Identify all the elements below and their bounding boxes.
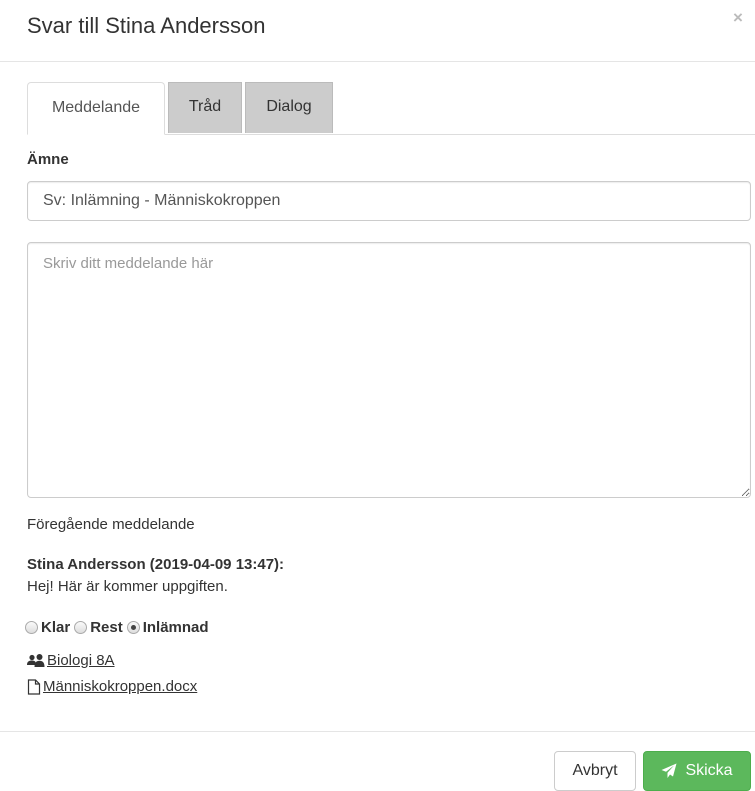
- cancel-button[interactable]: Avbryt: [554, 751, 636, 791]
- radio-inlamnad[interactable]: [126, 621, 140, 634]
- users-icon: [27, 653, 45, 668]
- previous-message-label: Föregående meddelande: [27, 516, 195, 533]
- status-label-inlamnad: Inlämnad: [142, 619, 209, 636]
- status-option-inlamnad[interactable]: Inlämnad: [126, 619, 209, 636]
- group-link[interactable]: Biologi 8A: [47, 652, 115, 669]
- file-link[interactable]: Människokroppen.docx: [43, 678, 197, 695]
- tab-bar: Meddelande Tråd Dialog: [27, 82, 755, 135]
- file-link-row: Människokroppen.docx: [27, 678, 197, 695]
- message-textarea[interactable]: [27, 242, 751, 498]
- subject-label: Ämne: [27, 151, 69, 168]
- tab-meddelande[interactable]: Meddelande: [27, 82, 165, 135]
- subject-input[interactable]: [27, 181, 751, 221]
- tab-trad[interactable]: Tråd: [168, 82, 242, 133]
- file-icon: [27, 678, 41, 695]
- send-button[interactable]: Skicka: [643, 751, 751, 791]
- dialog-title: Svar till Stina Andersson: [27, 13, 266, 38]
- status-label-rest: Rest: [90, 619, 123, 636]
- close-icon[interactable]: ×: [733, 8, 743, 28]
- status-option-rest[interactable]: Rest: [74, 619, 123, 636]
- status-radio-group: Klar Rest Inlämnad: [25, 619, 213, 636]
- dialog-footer: [0, 731, 755, 791]
- status-option-klar[interactable]: Klar: [25, 619, 70, 636]
- previous-message-author: Stina Andersson (2019-04-09 13:47):: [27, 556, 285, 573]
- status-label-klar: Klar: [41, 619, 71, 636]
- tab-dialog[interactable]: Dialog: [245, 82, 333, 133]
- group-link-row: Biologi 8A: [27, 652, 115, 669]
- send-button-label: Skicka: [685, 762, 733, 779]
- radio-rest[interactable]: [74, 621, 88, 634]
- dialog-header: Svar till Stina Andersson ×: [0, 0, 755, 62]
- radio-klar[interactable]: [25, 621, 38, 634]
- previous-message-body: Hej! Här är kommer uppgiften.: [27, 578, 228, 595]
- paper-plane-icon: [661, 763, 683, 779]
